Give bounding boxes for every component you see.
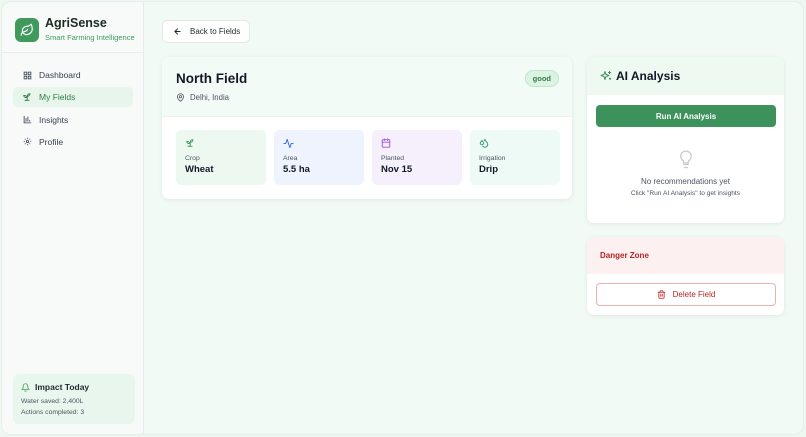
map-pin-icon [176,93,185,102]
delete-field-button[interactable]: Delete Field [596,283,776,306]
bell-icon [21,382,30,392]
gear-icon [22,137,32,147]
activity-icon [283,138,355,150]
sidebar-item-label: Profile [39,136,64,147]
back-to-fields-button[interactable]: Back to Fields [162,20,250,43]
sprout-icon [185,138,257,150]
leaf-icon [15,17,39,42]
bar-chart-icon [22,115,32,125]
field-header: North Field Delhi, India good [162,57,572,117]
impact-water-saved: Water saved: 2,400L [21,398,84,405]
ai-analysis-header: AI Analysis [587,57,784,95]
impact-title: Impact Today [35,382,90,392]
empty-state-subtitle: Click "Run AI Analysis" to get insights [630,190,741,197]
danger-zone-card: Danger Zone Delete Field [587,237,784,315]
stat-area: Area 5.5 ha [274,130,364,185]
impact-actions: Actions completed: 3 [21,409,85,416]
stat-crop: Crop Wheat [176,130,266,185]
empty-state-title: No recommendations yet [641,177,730,186]
sidebar-divider [2,52,143,53]
ai-empty-state: No recommendations yet Click "Run AI Ana… [587,149,784,197]
ai-analysis-card: AI Analysis Run AI Analysis No recommend… [587,57,784,223]
brand-tagline: Smart Farming Intelligence [45,33,135,42]
brand-name: AgriSense [45,16,107,30]
stat-planted: Planted Nov 15 [372,130,462,185]
stat-label: Planted [381,155,405,162]
field-location-text: Delhi, India [190,93,230,102]
sidebar-item-my-fields[interactable]: My Fields [13,87,133,108]
lightbulb-icon [587,149,784,171]
sparkles-icon [600,70,612,82]
stat-value: Wheat [185,164,214,175]
impact-panel: Impact Today Water saved: 2,400L Actions… [13,374,135,424]
stat-value: Drip [479,164,498,175]
sidebar-item-dashboard[interactable]: Dashboard [13,65,133,85]
arrow-left-icon [173,27,182,36]
stat-irrigation: Irrigation Drip [470,130,560,185]
grid-icon [22,70,32,80]
sidebar-item-profile[interactable]: Profile [13,132,133,152]
sidebar-item-label: Dashboard [39,70,81,80]
sidebar-item-insights[interactable]: Insights [13,110,133,130]
sprout-icon [22,92,32,102]
delete-field-label: Delete Field [672,290,716,299]
sidebar: AgriSense Smart Farming Intelligence Das… [2,2,144,434]
stat-label: Crop [185,155,200,162]
stat-value: 5.5 ha [283,164,310,175]
droplets-icon [479,138,551,150]
trash-icon [657,290,666,299]
stat-label: Area [283,155,298,162]
brand[interactable]: AgriSense Smart Farming Intelligence [15,16,135,43]
app-window: AgriSense Smart Farming Intelligence Das… [1,1,804,435]
field-stats: Crop Wheat Area 5.5 ha Planted Nov 15 Ir… [176,130,560,185]
status-badge: good [524,70,559,87]
sidebar-item-label: Insights [39,114,69,125]
sidebar-item-label: My Fields [39,92,76,103]
run-ai-analysis-button[interactable]: Run AI Analysis [596,105,776,127]
calendar-icon [381,138,453,150]
sidebar-nav: Dashboard My Fields Insights Profile [13,65,133,154]
field-card: North Field Delhi, India good Crop Wheat [162,57,572,199]
ai-analysis-title: AI Analysis [616,69,681,83]
danger-zone-title: Danger Zone [587,237,784,274]
stat-label: Irrigation [479,155,506,162]
stat-value: Nov 15 [381,164,413,175]
field-location: Delhi, India [176,93,229,102]
back-button-label: Back to Fields [190,27,241,36]
field-name: North Field [176,71,248,86]
